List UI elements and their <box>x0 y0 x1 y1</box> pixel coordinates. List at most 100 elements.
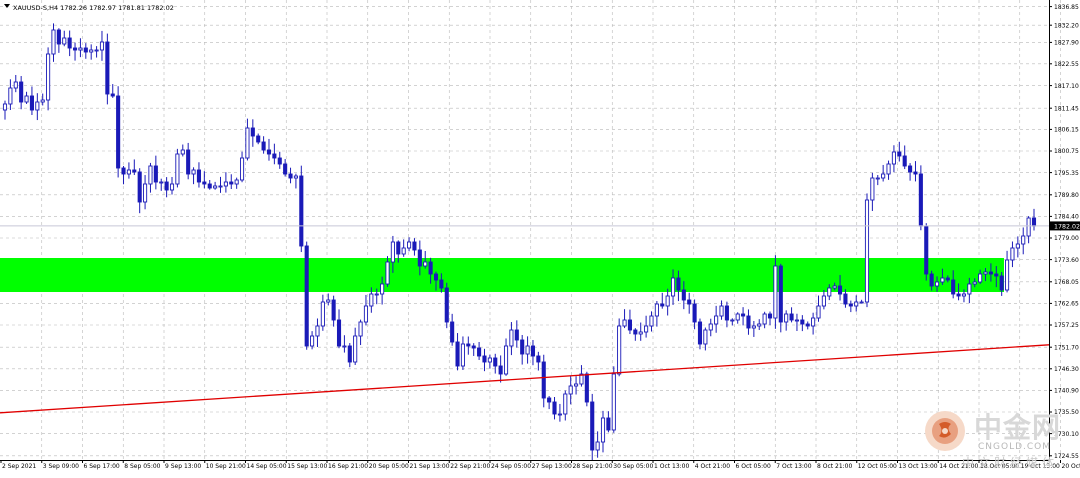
candle-body-bear <box>429 262 432 274</box>
time-tick-label: 24 Sep 05:00 <box>491 463 531 470</box>
price-tick-label: 1746.30 <box>1054 366 1079 373</box>
candle-body-bear <box>68 38 71 48</box>
candle-body-bull <box>671 278 674 296</box>
candle-body-bear <box>30 96 33 110</box>
candle-body-bull <box>461 344 464 366</box>
candle-body-bear <box>790 314 793 320</box>
candle-body-bear <box>725 306 728 320</box>
candle-body-bear <box>741 314 744 316</box>
candle-body-bear <box>1032 218 1035 226</box>
candle-body-bull <box>149 166 152 184</box>
time-tick-label: 3 Sep 09:00 <box>43 463 79 470</box>
candle-body-bull <box>63 38 66 44</box>
price-tick-label: 1832.20 <box>1054 22 1079 29</box>
candle-body-bull <box>41 100 44 102</box>
candle-body-bull <box>720 306 723 316</box>
candle-body-bear <box>553 402 556 414</box>
candle-body-bear <box>117 96 120 168</box>
time-tick-label: 8 Oct 21:00 <box>817 463 852 470</box>
candle-body-bull <box>892 152 895 164</box>
candle-body-bear <box>914 172 917 174</box>
candle-body-bull <box>645 326 648 332</box>
candle-body-bear <box>305 246 308 346</box>
candle-body-bull <box>812 318 815 326</box>
candle-body-bull <box>3 104 6 110</box>
candle-body-bull <box>639 332 642 334</box>
candle-body-bull <box>79 48 82 50</box>
time-tick-label: 22 Sep 21:00 <box>450 463 490 470</box>
candle-body-bull <box>294 176 297 178</box>
price-tick-label: 1740.90 <box>1054 388 1079 395</box>
candle-body-bull <box>321 302 324 326</box>
candle-body-bear <box>849 304 852 306</box>
price-tick-label: 1768.05 <box>1054 279 1079 286</box>
price-tick-label: 1789.80 <box>1054 192 1079 199</box>
candle-body-bull <box>650 316 653 326</box>
candle-body-bear <box>677 278 680 290</box>
candle-body-bear <box>467 344 470 346</box>
candle-body-bear <box>515 330 518 340</box>
candle-body-bull <box>143 184 146 202</box>
candle-body-bear <box>989 272 992 274</box>
time-tick-label: 10 Sep 21:00 <box>206 463 246 470</box>
time-tick-label: 2 Sep 2021 <box>2 463 36 470</box>
candle-body-bear <box>451 322 454 342</box>
chart-canvas[interactable]: 1782.02 1836.851832.201827.901822.551817… <box>0 0 1080 474</box>
candle-body-bull <box>828 288 831 296</box>
candle-body-bear <box>494 358 497 366</box>
candle-body-bear <box>591 402 594 450</box>
candle-body-bull <box>1027 218 1030 236</box>
candle-body-bull <box>160 182 163 183</box>
candle-body-bear <box>273 154 276 158</box>
candle-body-bull <box>375 294 378 295</box>
candle-body-bull <box>246 128 249 158</box>
candle-body-bear <box>908 166 911 172</box>
candle-body-bull <box>941 278 944 282</box>
candle-body-bull <box>618 326 621 374</box>
candle-body-bull <box>822 296 825 306</box>
candle-body-bear <box>257 136 260 142</box>
time-tick-label: 14 Sep 05:00 <box>247 463 287 470</box>
candle-body-bear <box>187 150 190 174</box>
candle-body-bear <box>925 226 928 274</box>
candle-body-bear <box>919 174 922 226</box>
candle-body-bull <box>623 320 626 326</box>
candle-body-bull <box>887 164 890 174</box>
time-tick-label: 12 Oct 05:00 <box>858 463 897 470</box>
candle-body-bull <box>52 30 55 54</box>
candle-body-bear <box>418 250 421 266</box>
candle-body-bull <box>354 336 357 362</box>
candle-body-bull <box>36 102 39 110</box>
candle-body-bull <box>407 242 410 248</box>
candle-body-bull <box>666 296 669 306</box>
candle-body-bear <box>946 278 949 280</box>
candle-body-bear <box>434 274 437 280</box>
time-tick-label: 27 Sep 13:00 <box>532 463 572 470</box>
price-chart[interactable]: 1782.02 1836.851832.201827.901822.551817… <box>0 0 1080 474</box>
candle-body-bear <box>531 346 534 356</box>
candle-body-bull <box>979 274 982 282</box>
candle-body-bull <box>564 394 567 414</box>
candle-body-bull <box>327 300 330 302</box>
candle-body-bull <box>596 442 599 450</box>
candle-body-bull <box>795 320 798 321</box>
watermark-logo-text: 中金网 <box>974 406 1061 446</box>
candle-body-bear <box>284 164 287 174</box>
symbol-header: XAUUSD-S,H4 1782.26 1782.97 1781.81 1782… <box>13 4 174 12</box>
candle-body-bull <box>1022 236 1025 244</box>
candle-body-bear <box>267 150 270 154</box>
candle-body-bull <box>612 374 615 430</box>
price-tick-label: 1806.15 <box>1054 127 1079 134</box>
candle-body-bear <box>337 320 340 346</box>
candle-body-bull <box>860 302 863 303</box>
candle-body-bull <box>95 50 98 51</box>
price-tick-label: 1827.90 <box>1054 40 1079 47</box>
price-tick-label: 1757.25 <box>1054 322 1079 329</box>
candle-body-bull <box>962 294 965 296</box>
candle-body-bear <box>548 398 551 402</box>
candle-body-bull <box>343 346 346 347</box>
candle-body-bear <box>483 356 486 362</box>
candle-body-bear <box>154 166 157 182</box>
time-tick-label: 4 Oct 21:00 <box>695 463 730 470</box>
candle-body-bear <box>844 294 847 304</box>
